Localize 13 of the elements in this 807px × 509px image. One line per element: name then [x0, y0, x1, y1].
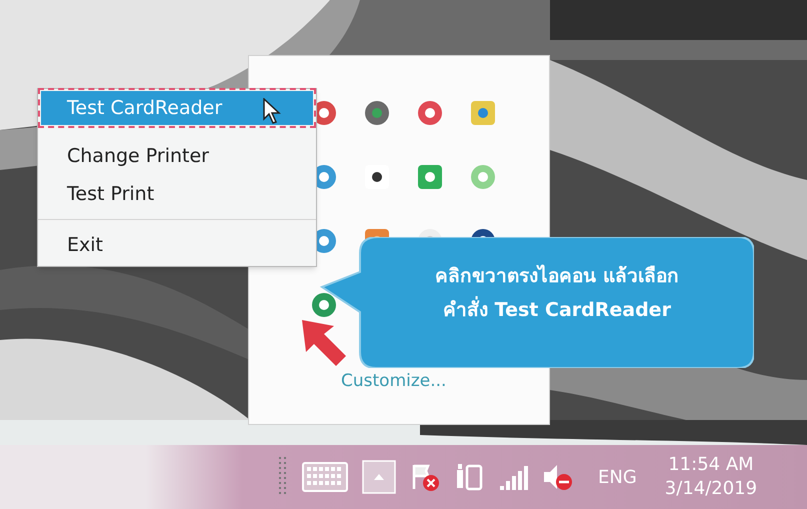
customize-link[interactable]: Customize... — [341, 368, 446, 394]
language-indicator[interactable]: ENG — [598, 464, 637, 490]
cursor-icon — [263, 98, 281, 124]
menu-item[interactable]: Test CardReader — [41, 91, 313, 125]
clock-time[interactable]: 11:54 AM — [668, 453, 754, 477]
flag-icon[interactable] — [410, 462, 440, 492]
battery-icon[interactable] — [454, 462, 484, 492]
menu-item[interactable]: Exit — [41, 226, 313, 264]
menu-item[interactable]: Test Print — [41, 175, 313, 213]
menu-item[interactable]: Change Printer — [41, 137, 313, 175]
callout-text: คำสั่ง Test CardReader — [443, 296, 671, 324]
clock-date[interactable]: 3/14/2019 — [664, 477, 758, 501]
callout-text: คลิกขวาตรงไอคอน แล้วเลือก — [435, 264, 679, 289]
